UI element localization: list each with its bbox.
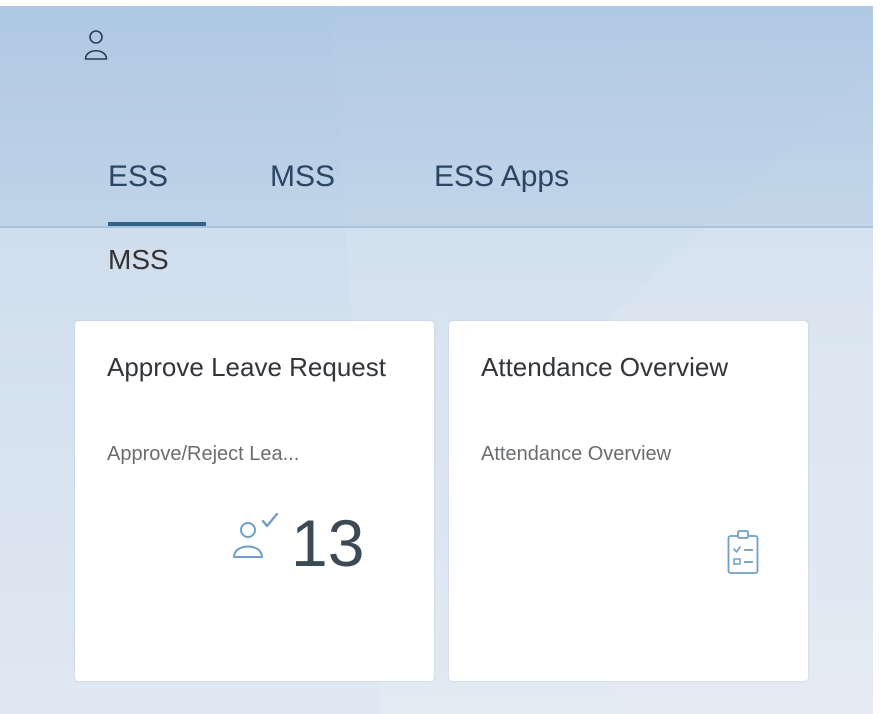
tile-title: Approve Leave Request (107, 352, 386, 382)
tile-approve-leave-request[interactable]: Approve Leave Request Approve/Reject Lea… (75, 321, 434, 681)
top-border (0, 0, 881, 6)
shell-header (0, 6, 873, 228)
tile-attendance-overview[interactable]: Attendance Overview Attendance Overview (449, 321, 808, 681)
tab-mss[interactable]: MSS (270, 160, 335, 194)
approvals-icon (231, 512, 283, 565)
tile-subtitle: Attendance Overview (481, 443, 672, 465)
tile-title: Attendance Overview (481, 352, 729, 382)
selected-tab-indicator (108, 222, 206, 226)
header-divider (0, 226, 873, 228)
checklist-icon (727, 529, 759, 575)
tab-ess-apps[interactable]: ESS Apps (434, 160, 569, 194)
tile-subtitle: Approve/Reject Lea... (107, 443, 300, 465)
tile-kpi-value: 13 (291, 506, 365, 580)
section-title: MSS (108, 244, 169, 275)
right-border (873, 0, 881, 714)
tab-ess[interactable]: ESS (108, 160, 168, 194)
user-icon[interactable] (84, 26, 108, 66)
